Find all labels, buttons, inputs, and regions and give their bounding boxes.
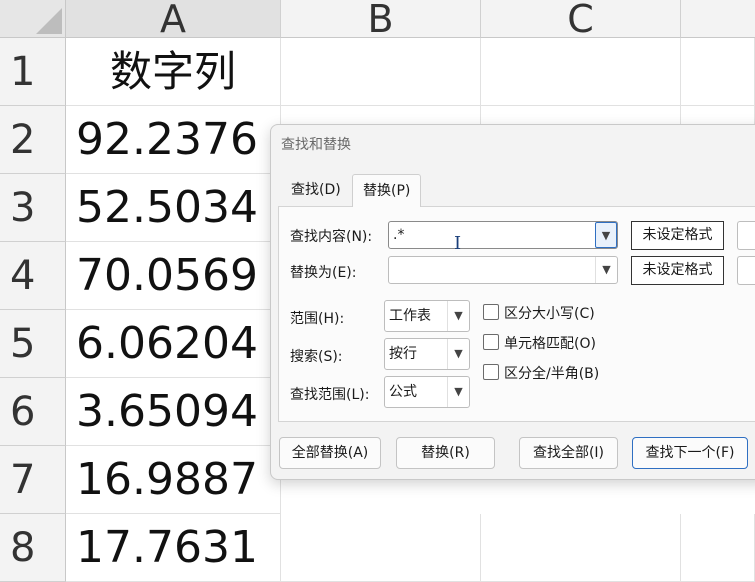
cell-d1[interactable]	[681, 38, 755, 106]
find-replace-dialog: 查找和替换 查找(D) 替换(P) 查找内容(N): .* ▼ I 未设定格式 …	[270, 124, 755, 480]
cell-a2[interactable]: 92.2376	[66, 106, 281, 174]
row-header-4[interactable]: 4	[0, 242, 66, 310]
row-header-8[interactable]: 8	[0, 514, 66, 582]
find-history-dropdown[interactable]: ▼	[595, 222, 617, 248]
find-what-label: 查找内容(N):	[290, 229, 373, 245]
select-all-triangle	[36, 8, 62, 34]
replace-all-button[interactable]: 全部替换(A)	[279, 437, 381, 469]
row-header-1[interactable]: 1	[0, 38, 66, 106]
cell-a5[interactable]: 6.06204	[66, 310, 281, 378]
match-case-label[interactable]: 区分大小写(C)	[504, 303, 595, 323]
row-header-7[interactable]: 7	[0, 446, 66, 514]
replace-format-button[interactable]: 未设定格式	[631, 256, 724, 285]
scope-value: 工作表	[389, 308, 431, 324]
column-header-c[interactable]: C	[481, 0, 681, 38]
match-cell-checkbox[interactable]	[483, 334, 499, 350]
column-header-a[interactable]: A	[66, 0, 281, 38]
match-cell-label[interactable]: 单元格匹配(O)	[504, 333, 596, 353]
cell-d8[interactable]	[681, 514, 755, 582]
cell-a7[interactable]: 16.9887	[66, 446, 281, 514]
replace-with-input[interactable]: ▼	[388, 256, 618, 284]
chevron-down-icon: ▼	[447, 377, 469, 407]
find-what-input[interactable]: .* ▼	[388, 221, 618, 249]
row-header-2[interactable]: 2	[0, 106, 66, 174]
look-in-select[interactable]: 公式 ▼	[384, 376, 470, 408]
scope-label: 范围(H):	[290, 311, 345, 327]
cell-a3[interactable]: 52.5034	[66, 174, 281, 242]
format-dropdown-button[interactable]	[737, 256, 755, 285]
dialog-title: 查找和替换	[281, 137, 351, 153]
cell-c8[interactable]	[481, 514, 681, 582]
row-header-5[interactable]: 5	[0, 310, 66, 378]
replace-with-label: 替换为(E):	[290, 265, 357, 281]
scope-select[interactable]: 工作表 ▼	[384, 300, 470, 332]
find-next-button[interactable]: 查找下一个(F)	[632, 437, 748, 469]
match-width-label[interactable]: 区分全/半角(B)	[504, 363, 599, 383]
cell-a8[interactable]: 17.7631	[66, 514, 281, 582]
find-what-value: .*	[393, 227, 405, 243]
column-header-d[interactable]	[681, 0, 755, 38]
chevron-down-icon: ▼	[447, 339, 469, 369]
cell-b8[interactable]	[281, 514, 481, 582]
chevron-down-icon: ▼	[447, 301, 469, 331]
column-header-b[interactable]: B	[281, 0, 481, 38]
text-cursor-icon: I	[454, 233, 462, 254]
row-header-3[interactable]: 3	[0, 174, 66, 242]
find-all-button[interactable]: 查找全部(I)	[519, 437, 618, 469]
search-order-value: 按行	[389, 346, 417, 362]
chevron-down-icon: ▼	[602, 263, 611, 276]
look-in-value: 公式	[389, 384, 417, 400]
replace-history-dropdown[interactable]: ▼	[595, 257, 617, 283]
options-button[interactable]	[737, 221, 755, 250]
find-format-button[interactable]: 未设定格式	[631, 221, 724, 250]
row-header-6[interactable]: 6	[0, 378, 66, 446]
look-in-label: 查找范围(L):	[290, 387, 370, 403]
cell-a6[interactable]: 3.65094	[66, 378, 281, 446]
tab-replace[interactable]: 替换(P)	[352, 174, 422, 207]
match-width-checkbox[interactable]	[483, 364, 499, 380]
cell-a4[interactable]: 70.0569	[66, 242, 281, 310]
search-label: 搜索(S):	[290, 349, 343, 365]
cell-a1[interactable]: 数字列	[66, 38, 281, 106]
search-order-select[interactable]: 按行 ▼	[384, 338, 470, 370]
replace-button[interactable]: 替换(R)	[396, 437, 495, 469]
select-all-corner[interactable]	[0, 0, 66, 38]
chevron-down-icon: ▼	[601, 229, 611, 242]
cell-b1[interactable]	[281, 38, 481, 106]
cell-c1[interactable]	[481, 38, 681, 106]
match-case-checkbox[interactable]	[483, 304, 499, 320]
tab-find[interactable]: 查找(D)	[281, 174, 351, 206]
